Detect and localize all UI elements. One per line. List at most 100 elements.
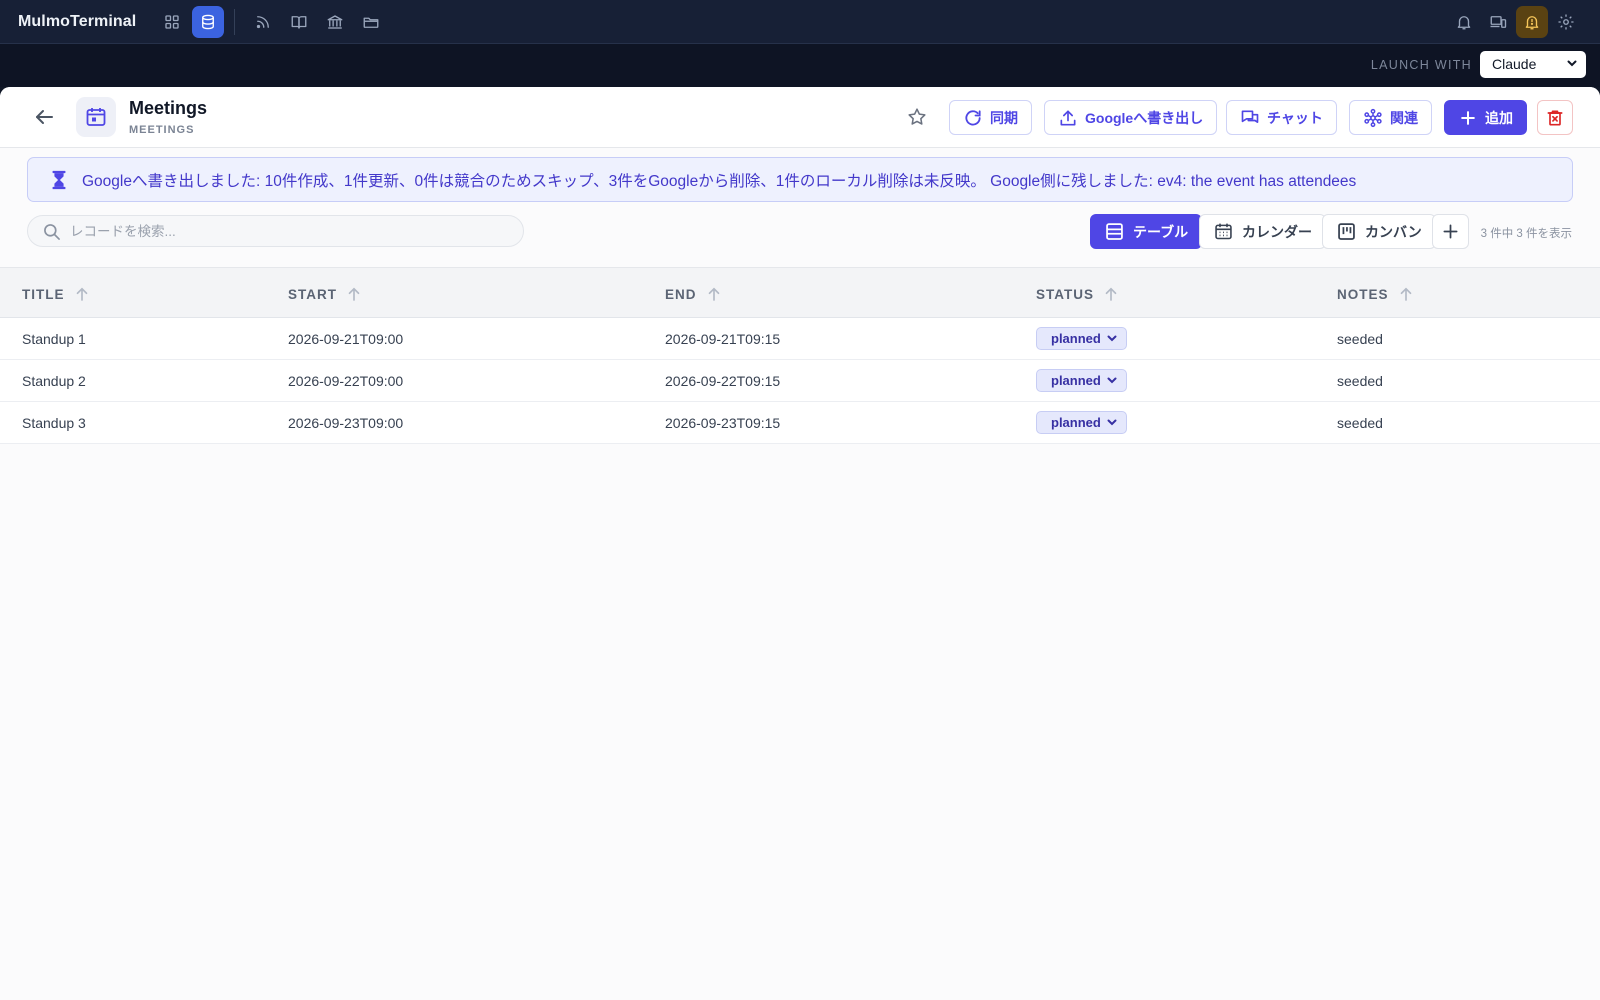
- delete-icon: [1547, 110, 1563, 125]
- related-label: 関連: [1390, 109, 1418, 126]
- cell-start: 2026-09-23T09:00: [288, 415, 404, 431]
- page-subtitle: MEETINGS: [129, 124, 195, 136]
- grid-icon[interactable]: [156, 6, 188, 38]
- export-google-label: Googleへ書き出し: [1085, 109, 1204, 126]
- column-header-title[interactable]: TITLE: [22, 285, 91, 303]
- add-record-button[interactable]: 追加: [1444, 100, 1527, 135]
- cell-title: Standup 3: [22, 415, 86, 431]
- cell-notes: seeded: [1337, 331, 1383, 347]
- book-icon[interactable]: [283, 6, 315, 38]
- chevron-down-icon: [1107, 377, 1117, 384]
- status-value: planned: [1051, 373, 1101, 388]
- launch-select[interactable]: Claude: [1480, 51, 1586, 78]
- back-button[interactable]: [32, 105, 56, 129]
- table-row[interactable]: Standup 3 2026-09-23T09:00 2026-09-23T09…: [0, 402, 1600, 444]
- bell-icon[interactable]: [1448, 6, 1480, 38]
- view-table-label: テーブル: [1133, 223, 1189, 240]
- network-icon: [1364, 108, 1382, 127]
- chevron-down-icon: [1107, 419, 1117, 426]
- launch-bar: LAUNCH WITH Claude: [0, 44, 1600, 87]
- folder-icon[interactable]: [355, 6, 387, 38]
- gear-icon[interactable]: [1550, 6, 1582, 38]
- records-toolbar: テーブル カレンダー カンバン 3 件中 3 件を表示: [0, 211, 1600, 264]
- cell-title: Standup 2: [22, 373, 86, 389]
- view-calendar-label: カレンダー: [1242, 223, 1312, 240]
- status-select[interactable]: planned: [1036, 369, 1127, 392]
- plus-icon: [1443, 224, 1458, 239]
- chat-label: チャット: [1267, 109, 1323, 126]
- chat-button[interactable]: チャット: [1226, 100, 1337, 135]
- record-count: 3 件中 3 件を表示: [1480, 228, 1572, 240]
- divider: [234, 8, 235, 35]
- banner-message: Googleへ書き出しました: 10件作成、1件更新、0件は競合のためスキップ、…: [82, 172, 1357, 190]
- column-title-label: TITLE: [22, 286, 65, 302]
- cell-end: 2026-09-21T09:15: [665, 331, 781, 347]
- kanban-icon: [1338, 223, 1355, 240]
- bank-icon[interactable]: [319, 6, 351, 38]
- column-header-notes[interactable]: NOTES: [1337, 285, 1415, 303]
- view-kanban-label: カンバン: [1365, 223, 1422, 240]
- upload-icon: [1060, 110, 1076, 125]
- cell-notes: seeded: [1337, 415, 1383, 431]
- sort-up-icon: [708, 287, 719, 301]
- related-button[interactable]: 関連: [1349, 100, 1432, 135]
- sort-up-icon: [1105, 287, 1117, 301]
- status-value: planned: [1051, 415, 1101, 430]
- view-table-button[interactable]: テーブル: [1090, 214, 1203, 249]
- column-status-label: STATUS: [1036, 286, 1094, 302]
- cell-title: Standup 1: [22, 331, 86, 347]
- sync-label: 同期: [990, 109, 1018, 126]
- cell-end: 2026-09-22T09:15: [665, 373, 781, 389]
- column-header-start[interactable]: START: [288, 285, 363, 303]
- arrow-left-icon: [36, 110, 53, 124]
- table-header: TITLE START END STATUS NOTES: [0, 267, 1600, 318]
- sort-up-icon: [1400, 287, 1411, 301]
- hourglass-icon: [52, 170, 66, 189]
- search-input[interactable]: [70, 221, 510, 241]
- database-icon[interactable]: [192, 5, 224, 38]
- search-box: [27, 215, 524, 247]
- chevron-down-icon: [1107, 335, 1117, 342]
- chevron-down-icon: [1567, 60, 1577, 67]
- table-icon: [1106, 223, 1123, 240]
- star-icon[interactable]: [906, 106, 928, 128]
- cell-start: 2026-09-22T09:00: [288, 373, 404, 389]
- launch-with-label: LAUNCH WITH: [1370, 58, 1472, 72]
- calendar-icon: [76, 97, 116, 137]
- launch-select-value: Claude: [1492, 56, 1537, 72]
- view-calendar-button[interactable]: カレンダー: [1199, 214, 1326, 249]
- search-icon: [44, 224, 60, 240]
- status-select[interactable]: planned: [1036, 411, 1127, 434]
- refresh-icon: [965, 109, 981, 126]
- chat-icon: [1241, 110, 1259, 123]
- status-value: planned: [1051, 331, 1101, 346]
- cell-notes: seeded: [1337, 373, 1383, 389]
- app-title: MulmoTerminal: [18, 12, 137, 30]
- page-title: Meetings: [129, 98, 208, 118]
- sort-up-icon: [76, 287, 87, 301]
- status-select[interactable]: planned: [1036, 327, 1127, 350]
- add-view-button[interactable]: [1432, 214, 1469, 249]
- main-panel: Meetings MEETINGS 同期 Googleへ書き出し チャット 関連…: [0, 87, 1600, 1000]
- export-result-banner: Googleへ書き出しました: 10件作成、1件更新、0件は競合のためスキップ、…: [27, 157, 1573, 202]
- top-bar: MulmoTerminal: [0, 0, 1600, 44]
- table-row[interactable]: Standup 1 2026-09-21T09:00 2026-09-21T09…: [0, 318, 1600, 360]
- export-google-button[interactable]: Googleへ書き出し: [1044, 100, 1218, 135]
- sort-up-icon: [348, 287, 360, 301]
- cell-start: 2026-09-21T09:00: [288, 331, 404, 347]
- column-header-status[interactable]: STATUS: [1036, 285, 1120, 303]
- bell-alert-icon[interactable]: [1516, 6, 1548, 38]
- column-end-label: END: [665, 286, 697, 302]
- table-row[interactable]: Standup 2 2026-09-22T09:00 2026-09-22T09…: [0, 360, 1600, 402]
- add-label: 追加: [1485, 109, 1513, 126]
- database-header: Meetings MEETINGS 同期 Googleへ書き出し チャット 関連…: [0, 87, 1600, 148]
- view-kanban-button[interactable]: カンバン: [1322, 214, 1436, 249]
- rss-icon[interactable]: [247, 6, 279, 38]
- column-header-end[interactable]: END: [665, 285, 723, 303]
- sync-button[interactable]: 同期: [949, 100, 1032, 135]
- cell-end: 2026-09-23T09:15: [665, 415, 781, 431]
- column-notes-label: NOTES: [1337, 286, 1389, 302]
- column-start-label: START: [288, 286, 337, 302]
- delete-database-button[interactable]: [1537, 100, 1573, 135]
- devices-icon[interactable]: [1482, 6, 1514, 38]
